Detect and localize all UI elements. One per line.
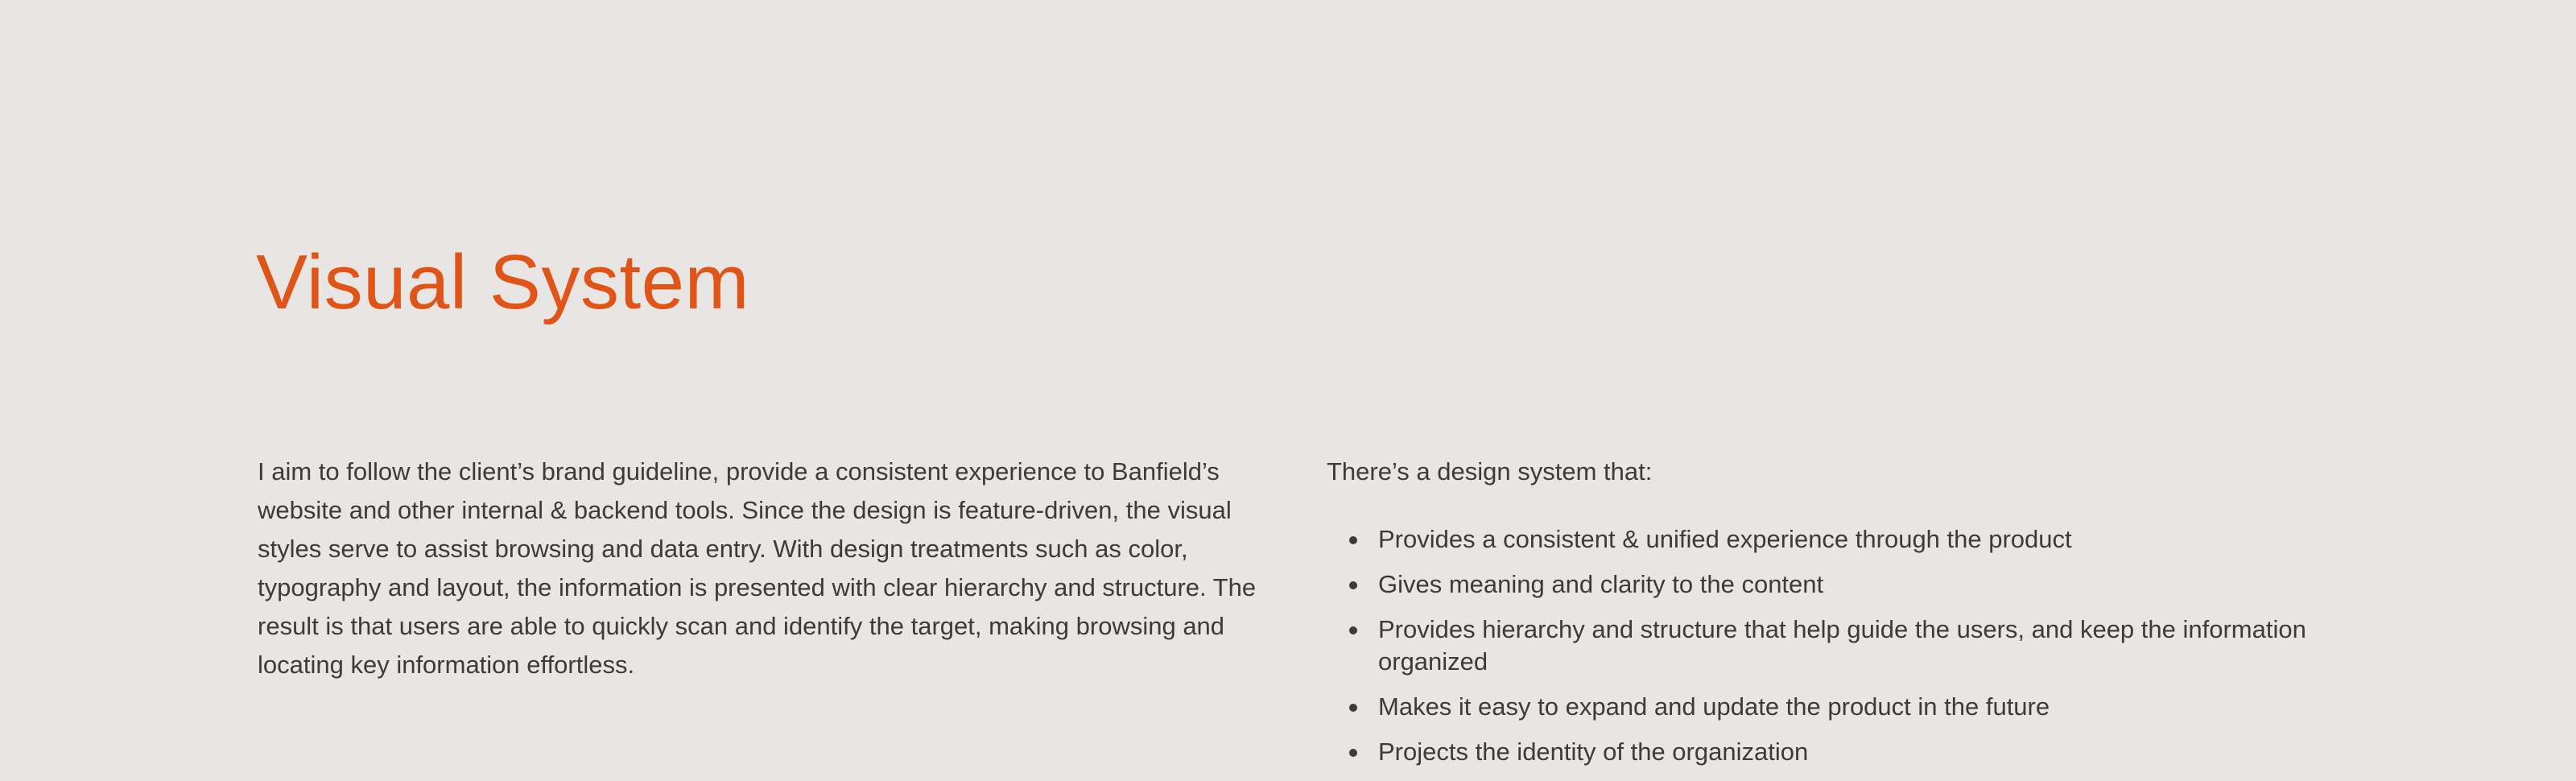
- page: Visual System I aim to follow the client…: [0, 0, 2576, 773]
- bullet-icon: [1349, 536, 1357, 544]
- section-title: Visual System: [256, 239, 749, 325]
- intro-paragraph: I aim to follow the client’s brand guide…: [258, 457, 1257, 679]
- list-item-text: Gives meaning and clarity to the content: [1378, 570, 1824, 598]
- list-item: Projects the identity of the organizatio…: [1327, 736, 2317, 768]
- design-system-block: There’s a design system that: Provides a…: [1327, 452, 2317, 781]
- list-item: Gives meaning and clarity to the content: [1327, 568, 2317, 601]
- list-item: Provides hierarchy and structure that he…: [1327, 614, 2317, 678]
- list-item: Makes it easy to expand and update the p…: [1327, 691, 2317, 723]
- design-system-list: Provides a consistent & unified experien…: [1327, 523, 2317, 768]
- list-item-text: Provides a consistent & unified experien…: [1378, 525, 2072, 553]
- bullet-icon: [1349, 581, 1357, 589]
- list-item-text: Projects the identity of the organizatio…: [1378, 738, 1809, 766]
- list-item-text: Provides hierarchy and structure that he…: [1378, 615, 2306, 676]
- list-item: Provides a consistent & unified experien…: [1327, 523, 2317, 556]
- design-system-lead: There’s a design system that:: [1327, 457, 1653, 486]
- bullet-icon: [1349, 626, 1357, 634]
- bullet-icon: [1349, 704, 1357, 712]
- bullet-icon: [1349, 749, 1357, 757]
- list-item-text: Makes it easy to expand and update the p…: [1378, 692, 2050, 721]
